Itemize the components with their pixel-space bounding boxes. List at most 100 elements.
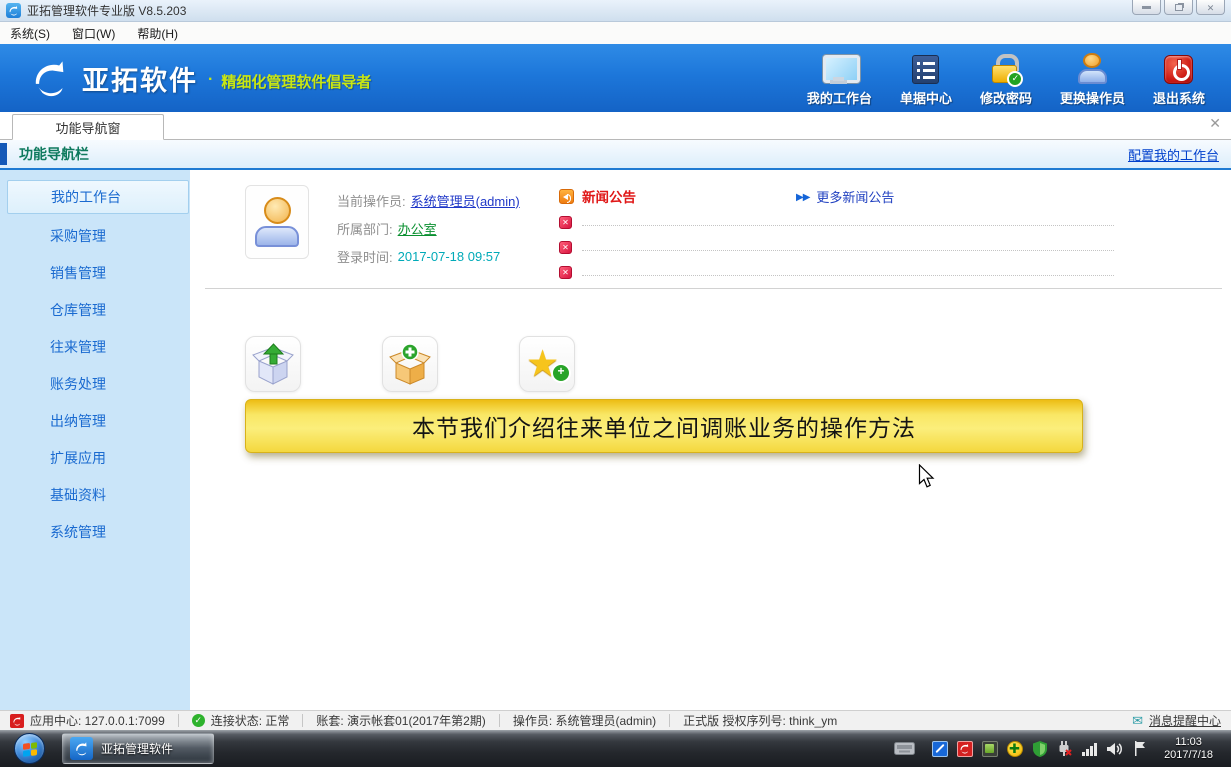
signal-strength-icon[interactable]	[1081, 740, 1098, 757]
shield-icon[interactable]	[1031, 740, 1048, 757]
configure-workbench-link[interactable]: 配置我的工作台	[1128, 145, 1219, 164]
keyboard-icon[interactable]	[894, 740, 915, 757]
antivirus-plus-icon[interactable]: ✚	[1006, 740, 1023, 757]
status-connection: 连接状态: 正常	[192, 712, 290, 729]
function-nav-bar: 功能导航栏 配置我的工作台	[0, 140, 1231, 170]
sidebar-item-partner-mgmt[interactable]: 往来管理	[0, 328, 190, 365]
tabstrip-close-icon[interactable]	[1209, 116, 1221, 130]
menu-window[interactable]: 窗口(W)	[72, 25, 115, 42]
minimize-button[interactable]	[1132, 0, 1161, 15]
tab-function-nav[interactable]: 功能导航窗	[12, 114, 164, 140]
window-title: 亚拓管理软件专业版 V8.5.203	[27, 2, 186, 19]
restore-button[interactable]	[1164, 0, 1193, 15]
nav-marker	[0, 143, 7, 165]
status-operator: 操作员: 系统管理员(admin)	[513, 712, 656, 729]
workspace: 当前操作员: 系统管理员(admin) 所属部门: 办公室 登录时间: 2017…	[190, 170, 1231, 710]
more-news-link[interactable]: 更多新闻公告	[796, 187, 894, 206]
toolbar-my-workbench[interactable]: 我的工作台	[807, 50, 872, 107]
sidebar-item-cashier-mgmt[interactable]: 出纳管理	[0, 402, 190, 439]
taskbar-app-button[interactable]: 亚拓管理软件	[62, 733, 214, 764]
sidebar-item-sales-mgmt[interactable]: 销售管理	[0, 254, 190, 291]
sidebar-item-purchase-mgmt[interactable]: 采购管理	[0, 217, 190, 254]
app-center-logo-icon	[10, 714, 24, 728]
star-plus-icon	[526, 344, 568, 384]
brand-slogan: 精细化管理软件倡导者	[221, 71, 371, 92]
toolbar-document-center[interactable]: 单据中心	[900, 50, 952, 107]
message-center-link[interactable]: 消息提醒中心	[1132, 712, 1221, 729]
app-logo-icon	[70, 737, 93, 760]
restore-icon	[1175, 4, 1183, 11]
user-icon	[1077, 53, 1107, 84]
action-center-flag-icon[interactable]	[1131, 740, 1148, 757]
news-title: 新闻公告	[582, 186, 636, 206]
power-icon	[1164, 55, 1193, 84]
shortcut-add-favorite[interactable]	[519, 336, 575, 392]
section-divider	[205, 288, 1222, 289]
network-disconnected-icon[interactable]	[1056, 740, 1073, 757]
toolbar-switch-operator[interactable]: 更换操作员	[1060, 50, 1125, 107]
menu-help[interactable]: 帮助(H)	[137, 25, 178, 42]
sidebar-item-accounting[interactable]: 账务处理	[0, 365, 190, 402]
close-icon	[1207, 0, 1215, 16]
menu-system[interactable]: 系统(S)	[10, 25, 50, 42]
volume-icon[interactable]	[1106, 740, 1123, 757]
shortcut-outbound-box[interactable]	[245, 336, 301, 392]
shortcut-inbound-box[interactable]	[382, 336, 438, 392]
monitor-icon	[822, 55, 856, 84]
operator-text: 操作员: 系统管理员(admin)	[513, 712, 656, 729]
tab-strip: 功能导航窗	[0, 112, 1231, 140]
operator-label: 当前操作员:	[337, 191, 406, 210]
sidebar-item-warehouse-mgmt[interactable]: 仓库管理	[0, 291, 190, 328]
account-set-text: 账套: 演示帐套01(2017年第2期)	[316, 712, 485, 729]
brand-name: 亚拓软件	[82, 59, 198, 98]
status-license: 正式版 授权序列号: think_ym	[683, 712, 837, 729]
brand-logo-icon	[28, 58, 72, 98]
news-item-line	[582, 225, 1114, 226]
header-toolbar: 我的工作台 单据中心 修改密码 更换操作员 退出系统	[807, 50, 1205, 107]
package-tray-icon[interactable]	[981, 740, 998, 757]
sidebar-item-system-mgmt[interactable]: 系统管理	[0, 513, 190, 550]
menu-bar: 系统(S) 窗口(W) 帮助(H)	[0, 22, 1231, 44]
clock-time: 11:03	[1164, 736, 1213, 749]
tutorial-banner: 本节我们介绍往来单位之间调账业务的操作方法	[245, 399, 1083, 453]
connection-ok-icon	[192, 714, 205, 727]
taskbar-clock[interactable]: 11:03 2017/7/18	[1164, 736, 1213, 762]
lock-check-icon	[990, 54, 1021, 84]
news-item-line	[582, 250, 1114, 251]
toolbar-change-password[interactable]: 修改密码	[980, 50, 1032, 107]
start-button[interactable]	[14, 733, 45, 764]
sidebar-item-extended-apps[interactable]: 扩展应用	[0, 439, 190, 476]
sidebar-item-my-workbench[interactable]: 我的工作台	[7, 180, 189, 214]
brand-separator: ·	[208, 71, 213, 89]
user-info-panel: 当前操作员: 系统管理员(admin) 所属部门: 办公室 登录时间: 2017…	[190, 170, 1231, 282]
news-item[interactable]	[559, 256, 1217, 281]
connection-text: 连接状态: 正常	[211, 712, 290, 729]
news-item-line	[582, 275, 1114, 276]
toolbar-label: 退出系统	[1153, 88, 1205, 107]
news-item[interactable]	[559, 206, 1217, 231]
operator-value-link[interactable]: 系统管理员(admin)	[411, 191, 520, 210]
minimize-icon	[1142, 6, 1151, 9]
toolbar-label: 单据中心	[900, 88, 952, 107]
sidebar: 我的工作台 采购管理 销售管理 仓库管理 往来管理 账务处理 出纳管理 扩展应用…	[0, 170, 190, 710]
application-window: 亚拓管理软件专业版 V8.5.203 系统(S) 窗口(W) 帮助(H) 亚拓软…	[0, 0, 1231, 767]
box-plus-icon	[388, 343, 432, 385]
input-tool-icon[interactable]	[931, 740, 948, 757]
brand-block: 亚拓软件 · 精细化管理软件倡导者	[28, 58, 371, 98]
status-separator	[178, 714, 179, 727]
system-tray: ✚ 11:03 2017/7/18	[894, 736, 1223, 762]
announcement-speaker-icon	[559, 189, 574, 204]
toolbar-exit-system[interactable]: 退出系统	[1153, 50, 1205, 107]
status-bar: 应用中心: 127.0.0.1:7099 连接状态: 正常 账套: 演示帐套01…	[0, 710, 1231, 730]
status-separator	[499, 714, 500, 727]
avatar	[245, 185, 309, 259]
close-button[interactable]	[1196, 0, 1225, 15]
department-value-link[interactable]: 办公室	[398, 219, 437, 238]
news-panel: 新闻公告 更多新闻公告	[559, 182, 1217, 282]
news-bullet-icon	[559, 266, 572, 279]
news-item[interactable]	[559, 231, 1217, 256]
status-separator	[302, 714, 303, 727]
yatuo-tray-icon[interactable]	[956, 740, 973, 757]
clock-date: 2017/7/18	[1164, 749, 1213, 762]
sidebar-item-base-data[interactable]: 基础资料	[0, 476, 190, 513]
